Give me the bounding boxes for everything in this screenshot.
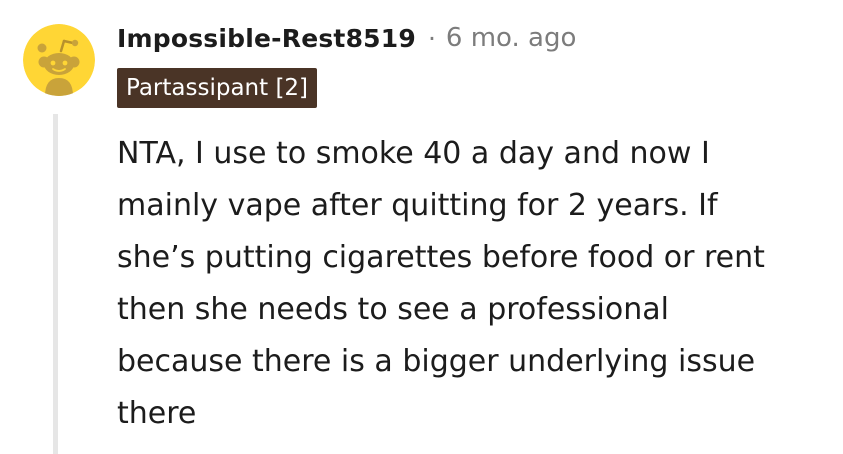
comment-body: NTA, I use to smoke 40 a day and now I m… [117,128,837,440]
comment-body-line: NTA, I use to smoke 40 a day and now I [117,136,710,171]
comment: Impossible-Rest8519 · 6 mo. ago Partassi… [0,0,843,454]
snoo-avatar-icon [23,24,95,96]
comment-body-line: she’s putting cigarettes before food or … [117,240,765,275]
comment-body-line: mainly vape after quitting for 2 years. … [117,188,718,223]
username-link[interactable]: Impossible-Rest8519 [117,24,416,53]
avatar[interactable] [23,24,95,96]
comment-meta: Impossible-Rest8519 · 6 mo. ago [117,18,576,58]
comment-body-line: there [117,396,197,431]
meta-separator: · [427,23,436,53]
timestamp[interactable]: 6 mo. ago [446,23,576,53]
user-flair-badge: Partassipant [2] [117,68,318,108]
thread-line[interactable] [53,114,58,454]
comment-body-line: then she needs to see a professional [117,292,669,327]
comment-body-line: because there is a bigger underlying iss… [117,344,756,379]
